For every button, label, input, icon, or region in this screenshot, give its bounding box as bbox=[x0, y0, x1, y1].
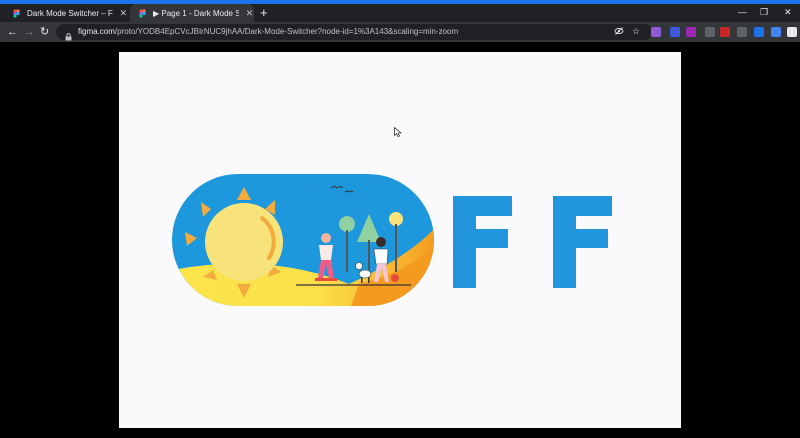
url-text: figma.com/proto/YODB4EpCVcJBIrNUC9jhAA/D… bbox=[78, 27, 458, 36]
figma-icon bbox=[138, 8, 147, 18]
tab-figma-editor[interactable]: Dark Mode Switcher – Figma ✕ bbox=[4, 4, 128, 22]
dark-mode-switch[interactable] bbox=[119, 52, 681, 428]
eye-off-icon[interactable] bbox=[614, 26, 624, 38]
extension-icon[interactable] bbox=[737, 27, 747, 37]
figma-icon bbox=[12, 8, 21, 18]
tab-title: ▶ Page 1 - Dark Mode Switcher bbox=[153, 8, 239, 18]
reload-button[interactable]: ↻ bbox=[40, 25, 49, 39]
toggle-state-label bbox=[453, 196, 612, 288]
tab-title: Dark Mode Switcher – Figma bbox=[27, 8, 113, 18]
close-tab-icon[interactable]: ✕ bbox=[245, 8, 254, 19]
new-tab-button[interactable]: + bbox=[260, 5, 268, 20]
lock-icon bbox=[65, 28, 72, 41]
back-button[interactable]: ← bbox=[7, 25, 18, 39]
tab-figma-prototype[interactable]: ▶ Page 1 - Dark Mode Switcher ✕ bbox=[130, 4, 254, 22]
mouse-cursor-icon bbox=[394, 127, 402, 137]
prototype-frame[interactable] bbox=[119, 52, 681, 428]
minimize-button[interactable]: — bbox=[738, 7, 747, 17]
tab-strip: Dark Mode Switcher – Figma ✕ ▶ Page 1 - … bbox=[0, 4, 800, 22]
extension-icon[interactable] bbox=[670, 27, 680, 37]
extension-icon[interactable] bbox=[686, 27, 696, 37]
url-host: figma.com bbox=[78, 27, 115, 36]
close-window-button[interactable]: ✕ bbox=[784, 7, 792, 18]
restore-button[interactable]: ❐ bbox=[760, 7, 768, 18]
extension-icon[interactable] bbox=[705, 27, 715, 37]
forward-button[interactable]: → bbox=[24, 25, 35, 39]
url-path: /proto/YODB4EpCVcJBIrNUC9jhAA/Dark-Mode-… bbox=[114, 27, 459, 36]
address-bar[interactable]: figma.com/proto/YODB4EpCVcJBIrNUC9jhAA/D… bbox=[56, 24, 652, 41]
close-tab-icon[interactable]: ✕ bbox=[119, 8, 128, 19]
browser-toolbar: ← → ↻ figma.com/proto/YODB4EpCVcJBIrNUC9… bbox=[0, 22, 800, 42]
extension-icon[interactable] bbox=[754, 27, 764, 37]
prototype-viewer bbox=[0, 42, 800, 438]
extension-icon[interactable] bbox=[771, 27, 781, 37]
star-icon[interactable]: ☆ bbox=[632, 26, 640, 37]
extension-icon[interactable] bbox=[720, 27, 730, 37]
extension-icon[interactable] bbox=[651, 27, 661, 37]
extension-icon[interactable] bbox=[787, 27, 797, 37]
